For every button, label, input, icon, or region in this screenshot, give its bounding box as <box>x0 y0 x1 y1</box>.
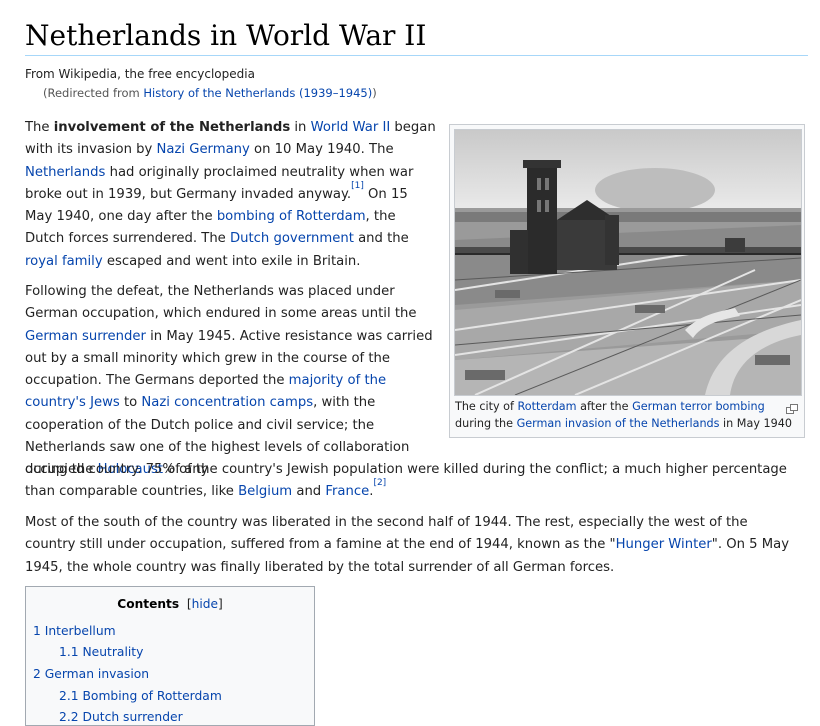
link-nazi-germany[interactable]: Nazi Germany <box>157 142 250 157</box>
toc-item-german-invasion[interactable]: 2 German invasion <box>33 667 149 681</box>
link-royal-family[interactable]: royal family <box>25 254 103 269</box>
text: occupied country. 75% of the country's J… <box>25 462 787 500</box>
redirect-suffix: ) <box>372 86 377 100</box>
link-dutch-government[interactable]: Dutch government <box>230 231 354 246</box>
redirect-link[interactable]: History of the Netherlands (1939–1945) <box>143 86 372 100</box>
rotterdam-ruins-photo[interactable] <box>454 129 802 396</box>
link-france[interactable]: France <box>325 484 369 499</box>
toc-item-bombing-of-rotterdam[interactable]: 2.1 Bombing of Rotterdam <box>59 689 222 703</box>
redirect-note: (Redirected from History of the Netherla… <box>43 86 377 100</box>
toc-number: 1.1 <box>59 645 79 659</box>
image-thumbnail: The city of Rotterdam after the German t… <box>449 124 805 438</box>
link-netherlands[interactable]: Netherlands <box>25 165 105 180</box>
toc-item-neutrality[interactable]: 1.1 Neutrality <box>59 645 143 659</box>
bold-term: involvement of the Netherlands <box>53 120 291 135</box>
text: escaped and went into exile in Britain. <box>102 253 361 269</box>
reference-1[interactable]: [1] <box>351 181 364 191</box>
link-german-invasion[interactable]: German invasion of the Netherlands <box>517 417 720 430</box>
liberation-paragraph: Most of the south of the country was lib… <box>25 512 795 579</box>
toc-number: 1 <box>33 624 41 638</box>
link-german-surrender[interactable]: German surrender <box>25 329 146 344</box>
toc-text: Bombing of Rotterdam <box>82 689 222 703</box>
enlarge-icon[interactable] <box>786 399 798 414</box>
text: in May 1940 <box>719 416 792 430</box>
text: in <box>290 120 311 135</box>
toc-number: 2 <box>33 667 41 681</box>
toc-text: Dutch surrender <box>82 710 183 724</box>
text: Following the defeat, the Netherlands wa… <box>25 284 417 322</box>
link-world-war-ii[interactable]: World War II <box>311 120 391 135</box>
text: and <box>292 484 326 500</box>
link-belgium[interactable]: Belgium <box>238 484 292 499</box>
page-title: Netherlands in World War II <box>25 18 808 56</box>
photo-drawing <box>455 130 801 395</box>
text: and the <box>353 231 409 247</box>
toc-item-dutch-surrender[interactable]: 2.2 Dutch surrender <box>59 710 183 724</box>
occupation-paragraph: Following the defeat, the Netherlands wa… <box>25 281 437 482</box>
link-nazi-concentration-camps[interactable]: Nazi concentration camps <box>141 395 313 410</box>
site-sub: From Wikipedia, the free encyclopedia <box>25 67 255 81</box>
toc-heading: Contents [hide] <box>26 597 314 611</box>
link-hunger-winter[interactable]: Hunger Winter <box>616 537 712 552</box>
text: on 10 May 1940. The <box>249 142 394 158</box>
text: during the <box>455 416 517 430</box>
toc-text: Interbellum <box>44 624 116 638</box>
text: The <box>25 120 54 135</box>
link-german-terror-bombing[interactable]: German terror bombing <box>632 400 765 413</box>
link-rotterdam[interactable]: Rotterdam <box>518 400 577 413</box>
table-of-contents: Contents [hide] 1 Interbellum 1.1 Neutra… <box>25 586 315 726</box>
toc-hide-button[interactable]: hide <box>192 597 218 611</box>
link-bombing-of-rotterdam[interactable]: bombing of Rotterdam <box>217 209 366 224</box>
intro-paragraph: The involvement of the Netherlands in Wo… <box>25 117 437 273</box>
toc-number: 2.2 <box>59 710 79 724</box>
image-caption: The city of Rotterdam after the German t… <box>455 399 795 432</box>
toc-title: Contents <box>117 597 180 611</box>
toc-text: German invasion <box>44 667 150 681</box>
toc-number: 2.1 <box>59 689 79 703</box>
text: The city of <box>455 400 518 413</box>
toc-bracket: ] <box>217 597 223 611</box>
redirect-prefix: (Redirected from <box>43 86 144 100</box>
toc-text: Neutrality <box>82 645 144 659</box>
toc-item-interbellum[interactable]: 1 Interbellum <box>33 624 116 638</box>
occupation-paragraph-continued: occupied country. 75% of the country's J… <box>25 459 795 504</box>
text: after the <box>576 400 633 413</box>
reference-2[interactable]: [2] <box>373 478 386 488</box>
text: to <box>119 395 142 411</box>
